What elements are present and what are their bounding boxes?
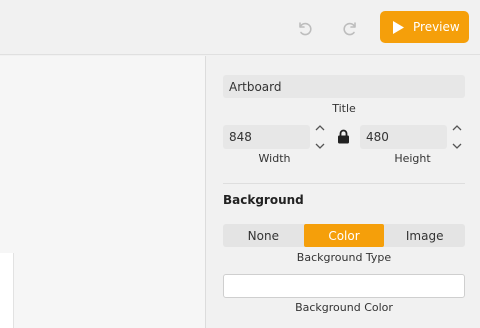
height-stepper[interactable] <box>451 125 463 149</box>
artboard[interactable] <box>0 253 14 328</box>
title-label: Title <box>332 102 356 115</box>
chevron-up-icon[interactable] <box>452 125 462 131</box>
background-color-input[interactable] <box>223 274 465 298</box>
height-input[interactable]: 480 <box>360 125 447 149</box>
chevron-down-icon[interactable] <box>452 143 462 149</box>
section-divider <box>223 183 465 184</box>
background-color-label: Background Color <box>295 301 393 314</box>
background-type-selector: None Color Image <box>223 224 465 247</box>
preview-label: Preview <box>413 20 460 34</box>
canvas-area[interactable] <box>0 56 205 328</box>
top-toolbar: Preview <box>0 0 480 55</box>
background-type-label: Background Type <box>296 251 392 264</box>
background-type-color[interactable]: Color <box>303 224 385 247</box>
undo-button[interactable] <box>291 15 317 41</box>
height-label: Height <box>394 152 431 165</box>
width-input[interactable]: 848 <box>223 125 310 149</box>
background-heading: Background <box>223 193 304 207</box>
background-type-image[interactable]: Image <box>384 224 465 247</box>
chevron-down-icon[interactable] <box>315 143 325 149</box>
background-type-none[interactable]: None <box>223 224 304 247</box>
width-stepper[interactable] <box>314 125 326 149</box>
redo-button[interactable] <box>338 15 364 41</box>
properties-panel: Artboard Title 848 Width 480 Height Back… <box>205 56 480 328</box>
preview-button[interactable]: Preview <box>380 11 469 43</box>
undo-icon <box>299 22 312 36</box>
play-icon <box>392 20 405 35</box>
width-label: Width <box>258 152 291 165</box>
redo-icon <box>343 22 356 36</box>
title-input[interactable]: Artboard <box>223 75 465 98</box>
lock-icon[interactable] <box>337 129 350 147</box>
chevron-up-icon[interactable] <box>315 125 325 131</box>
